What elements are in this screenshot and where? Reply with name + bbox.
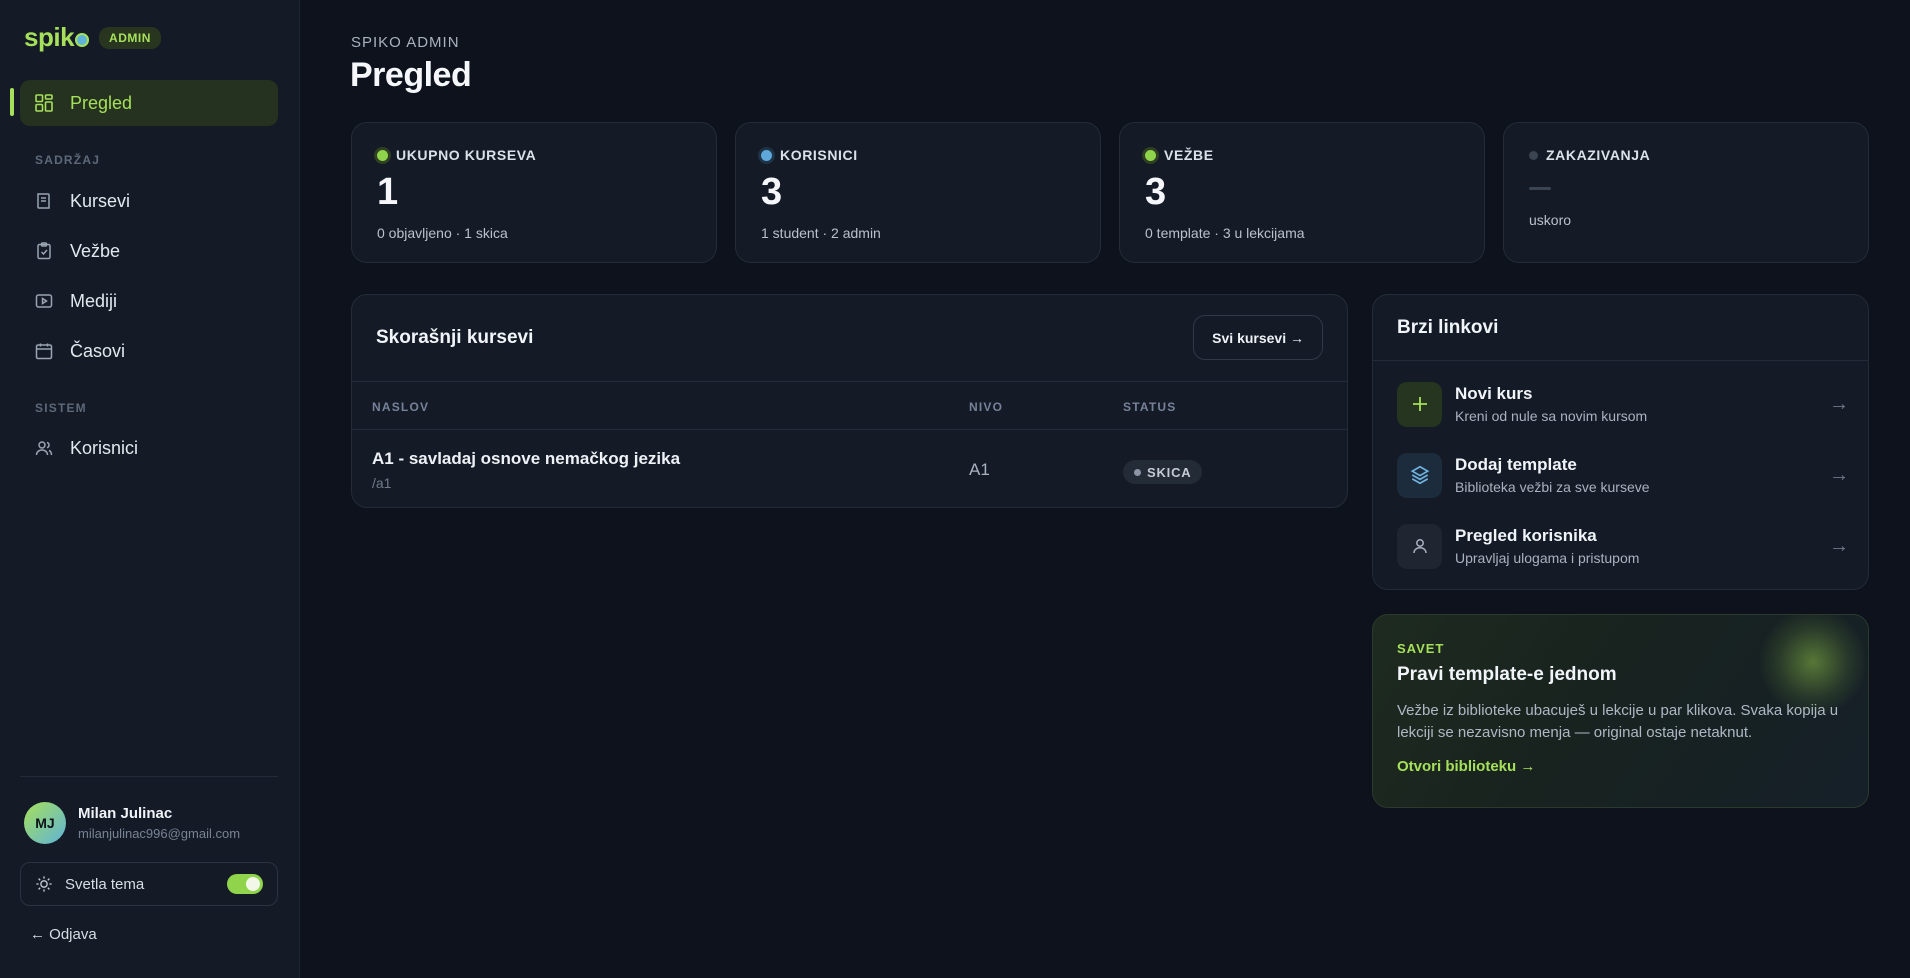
sidebar-item-vezbe[interactable]: Vežbe [20, 228, 278, 274]
plus-icon [1397, 381, 1442, 427]
recent-courses-card: Skorašnji kursevi Svi kursevi → NASLOV N… [351, 294, 1348, 508]
decorative-glow [1758, 615, 1868, 717]
layers-icon [1397, 452, 1442, 498]
all-courses-button[interactable]: Svi kursevi → [1193, 315, 1323, 360]
avatar: MJ [24, 802, 66, 844]
quick-link-sub: Kreni od nule sa novim kursom [1455, 408, 1648, 424]
sidebar-item-label: Časovi [70, 340, 126, 361]
admin-badge: ADMIN [99, 26, 161, 49]
sidebar-item-label: Pregled [70, 92, 133, 113]
stat-sub: 1 student · 2 admin [761, 225, 881, 241]
active-indicator [10, 88, 14, 116]
stat-placeholder-dash [1529, 187, 1551, 190]
sidebar-item-label: Vežbe [70, 240, 121, 261]
course-title[interactable]: A1 - savladaj osnove nemačkog jezika [372, 449, 680, 469]
quick-link-sub: Upravljaj ulogama i pristupom [1455, 550, 1640, 566]
theme-toggle-row[interactable]: Svetla tema [20, 862, 278, 906]
stat-label: VEŽBE [1164, 147, 1214, 163]
quick-link-title: Novi kurs [1455, 384, 1533, 403]
open-library-link[interactable]: Otvori biblioteku → [1397, 758, 1844, 775]
stat-value: 3 [1145, 171, 1167, 213]
stat-value: 3 [761, 171, 783, 213]
table-header: NASLOV NIVO STATUS [352, 381, 1347, 430]
clipboard-icon [37, 242, 51, 260]
stat-card-exercises: VEŽBE 3 0 template · 3 u lekcijama [1119, 122, 1485, 263]
status-badge: SKICA [1123, 460, 1203, 484]
quick-link-add-template[interactable]: Dodaj template Biblioteka vežbi za sve k… [1397, 451, 1849, 499]
logo: spik [24, 22, 90, 53]
quick-link-title: Pregled korisnika [1455, 526, 1597, 545]
stat-label: KORISNICI [780, 147, 858, 163]
course-slug: /a1 [372, 475, 392, 491]
arrow-right-icon: → [1829, 463, 1849, 486]
status-dot [1529, 150, 1538, 160]
brand[interactable]: spik ADMIN [24, 22, 161, 53]
arrow-right-icon: → [1829, 534, 1849, 557]
stat-sub: uskoro [1529, 212, 1572, 228]
quick-link-new-course[interactable]: Novi kurs Kreni od nule sa novim kursom … [1397, 380, 1849, 428]
status-dot [1134, 468, 1141, 476]
card-title: Brzi linkovi [1397, 317, 1499, 338]
sidebar-item-pregled[interactable]: Pregled [20, 80, 278, 126]
sidebar-item-label: Korisnici [70, 437, 139, 458]
page-title: Pregled [350, 56, 472, 94]
sidebar-item-kursevi[interactable]: Kursevi [20, 178, 278, 224]
grid-icon [35, 94, 53, 112]
globe-icon [75, 32, 90, 47]
breadcrumb: SPIKO ADMIN [351, 34, 460, 51]
arrow-right-icon: → [1829, 392, 1849, 415]
stat-value: 1 [377, 171, 399, 213]
sun-icon [36, 876, 52, 892]
sidebar-item-korisnici[interactable]: Korisnici [20, 425, 278, 471]
stat-label: UKUPNO KURSEVA [396, 147, 537, 163]
section-label-system: SISTEM [35, 401, 87, 415]
course-level: A1 [969, 460, 990, 479]
theme-label: Svetla tema [65, 875, 145, 893]
users-icon [35, 441, 53, 456]
quick-link-users[interactable]: Pregled korisnika Upravljaj ulogama i pr… [1397, 522, 1849, 570]
sidebar-item-label: Kursevi [70, 190, 131, 211]
user-email: milanjulinac996@gmail.com [78, 826, 241, 841]
sidebar-item-mediji[interactable]: Mediji [20, 278, 278, 324]
sidebar: spik ADMIN Pregled SADRŽAJ Kursevi Vežbe… [0, 0, 300, 978]
tip-card: SAVET Pravi template-e jednom Vežbe iz b… [1372, 614, 1869, 808]
sidebar-divider [20, 776, 278, 777]
theme-toggle[interactable] [227, 874, 263, 894]
quick-link-title: Dodaj template [1455, 455, 1577, 474]
sidebar-item-casovi[interactable]: Časovi [20, 328, 278, 374]
status-dot [761, 149, 772, 161]
stat-label: ZAKAZIVANJA [1546, 147, 1651, 163]
book-icon [37, 193, 50, 209]
column-header[interactable]: STATUS [1123, 400, 1176, 414]
calendar-icon [35, 343, 53, 360]
stat-card-courses: UKUPNO KURSEVA 1 0 objavljeno · 1 skica [351, 122, 717, 263]
card-title: Skorašnji kursevi [376, 327, 534, 348]
stat-sub: 0 objavljeno · 1 skica [377, 225, 508, 241]
stat-card-users: KORISNICI 3 1 student · 2 admin [735, 122, 1101, 263]
user-icon [1397, 523, 1442, 569]
quick-links-card: Brzi linkovi Novi kurs Kreni od nule sa … [1372, 294, 1869, 590]
user-name: Milan Julinac [78, 805, 173, 822]
stat-card-bookings: ZAKAZIVANJA uskoro [1503, 122, 1869, 263]
section-label-content: SADRŽAJ [35, 153, 101, 167]
logout-link[interactable]: ← Odjava [30, 926, 97, 943]
status-dot [377, 149, 388, 161]
status-dot [1145, 149, 1156, 161]
quick-link-sub: Biblioteka vežbi za sve kurseve [1455, 479, 1650, 495]
user-profile[interactable]: MJ Milan Julinac milanjulinac996@gmail.c… [24, 802, 240, 844]
video-icon [35, 294, 53, 308]
stat-sub: 0 template · 3 u lekcijama [1145, 225, 1305, 241]
column-header[interactable]: NASLOV [372, 400, 429, 414]
card-header: Brzi linkovi [1373, 295, 1868, 361]
column-header[interactable]: NIVO [969, 400, 1003, 414]
sidebar-item-label: Mediji [70, 290, 118, 311]
